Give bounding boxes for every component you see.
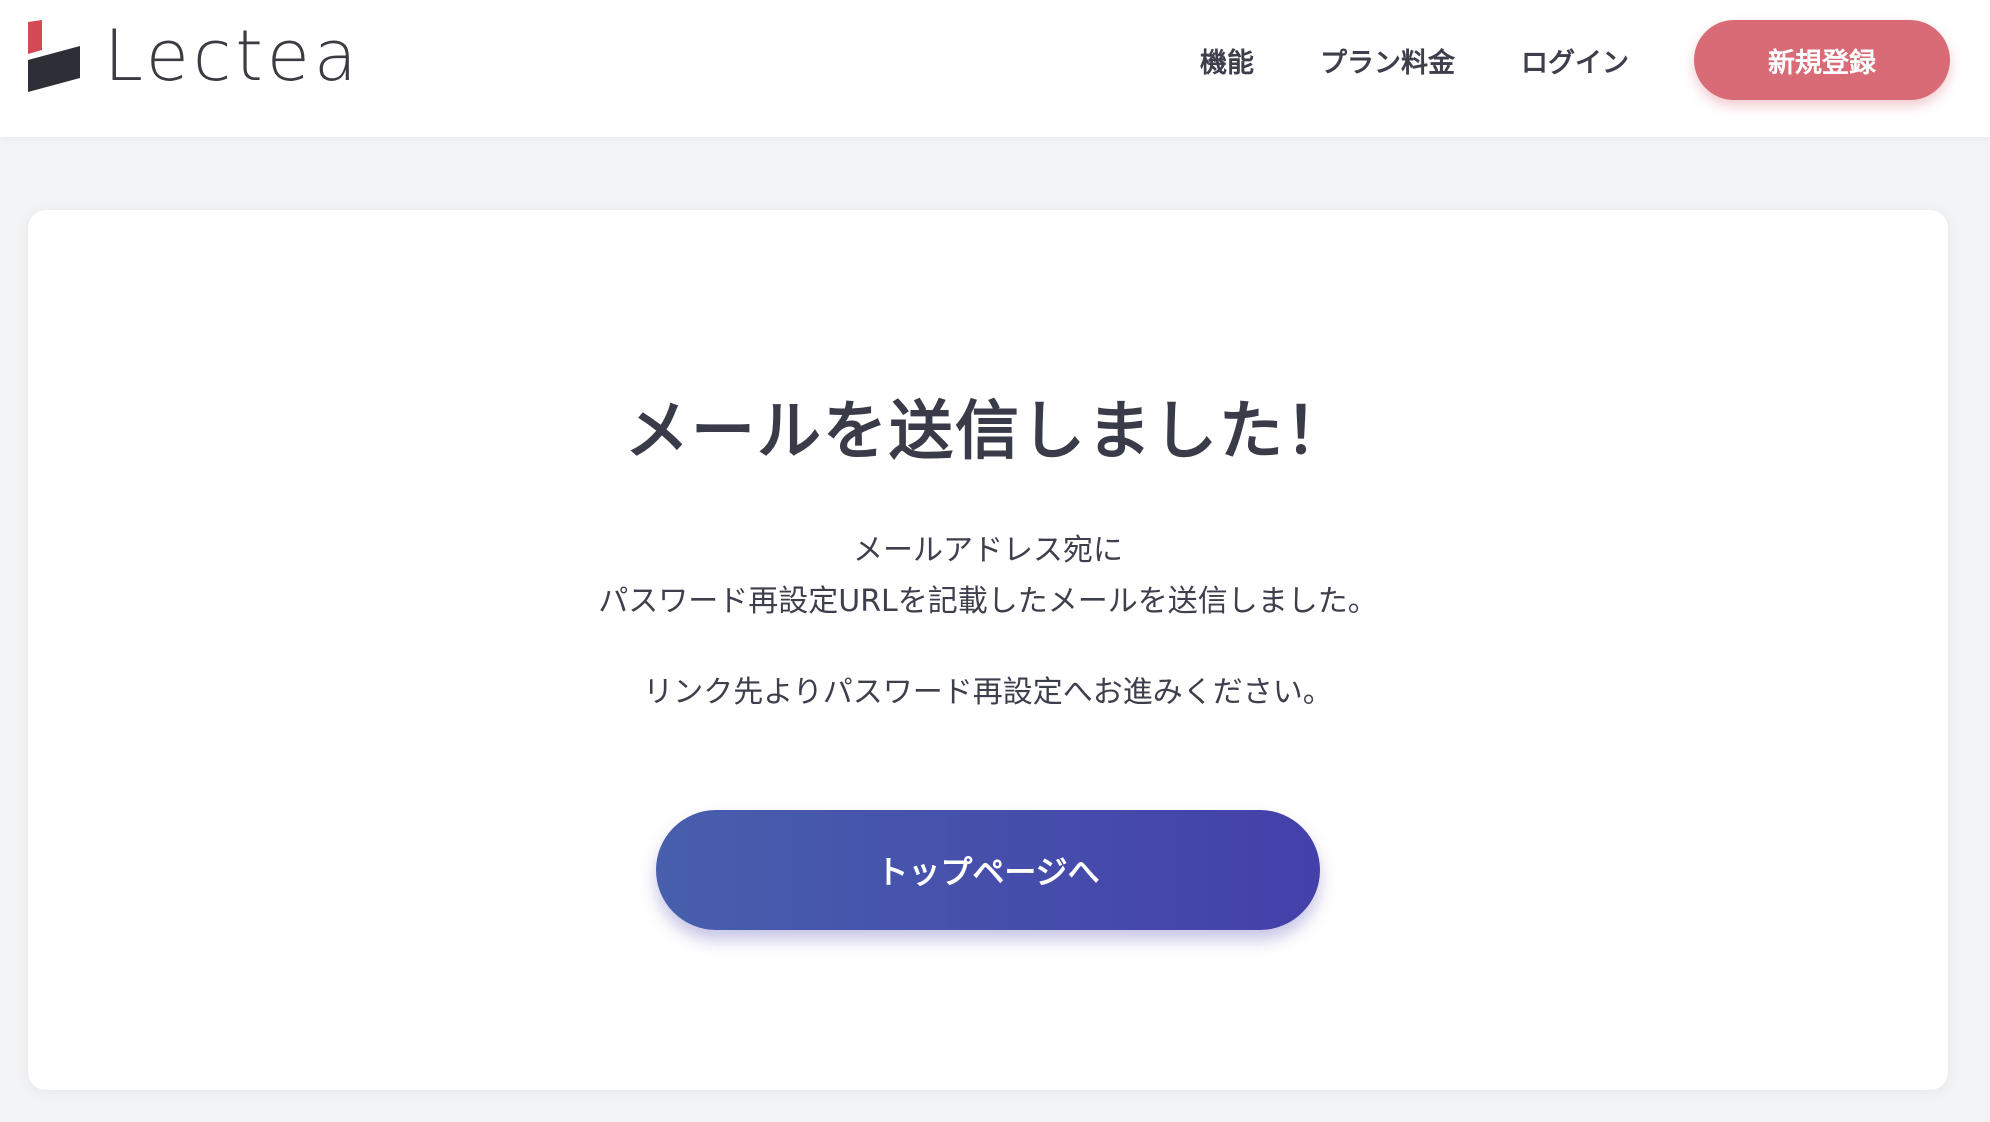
signup-button[interactable]: 新規登録: [1694, 20, 1950, 100]
page-title: メールを送信しました！: [625, 395, 1351, 469]
logo-text: Lectea: [104, 15, 361, 97]
logo[interactable]: Lectea: [26, 20, 361, 92]
main-nav: 機能 プラン料金 ログイン 新規登録: [1200, 0, 1950, 120]
confirmation-card: メールを送信しました！ メールアドレス宛に パスワード再設定URLを記載したメー…: [28, 210, 1948, 1090]
message-line-1: メールアドレス宛に: [853, 533, 1123, 568]
nav-item-login[interactable]: ログイン: [1521, 41, 1629, 80]
logo-mark-icon: [28, 20, 80, 92]
site-header: Lectea 機能 プラン料金 ログイン 新規登録: [0, 0, 1990, 137]
message-body: メールアドレス宛に パスワード再設定URLを記載したメールを送信しました。 リン…: [28, 525, 1948, 718]
top-page-button[interactable]: トップページへ: [656, 810, 1320, 930]
message-line-2: パスワード再設定URLを記載したメールを送信しました。: [598, 584, 1378, 619]
nav-item-pricing[interactable]: プラン料金: [1320, 41, 1455, 80]
nav-item-features[interactable]: 機能: [1200, 41, 1254, 80]
message-line-3: リンク先よりパスワード再設定へお進みください。: [643, 675, 1333, 710]
